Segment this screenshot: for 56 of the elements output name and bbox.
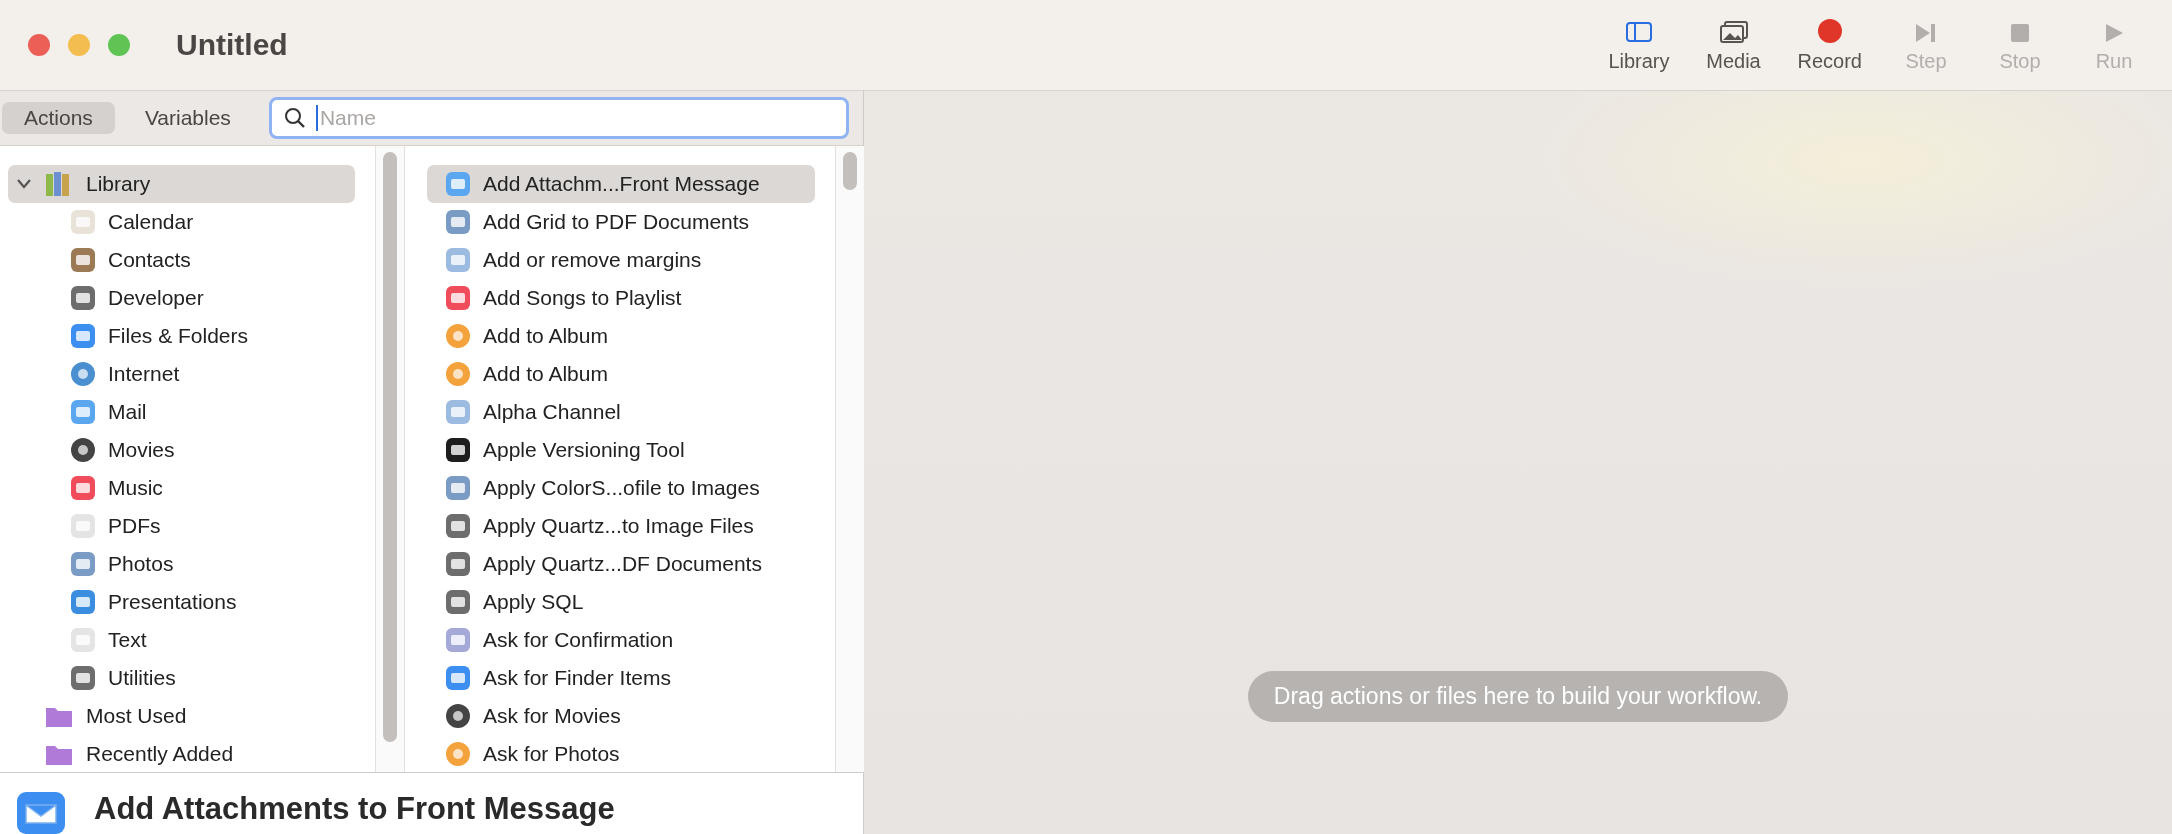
search-field[interactable]: Name <box>268 97 849 139</box>
chevron-icon <box>16 178 32 190</box>
action-item[interactable]: Add to Album <box>427 355 815 393</box>
tab[interactable]: Variables <box>122 102 253 134</box>
record-icon <box>1816 17 1843 44</box>
sidebar-item[interactable]: Files & Folders <box>0 317 375 355</box>
sidebar-item[interactable]: Internet <box>0 355 375 393</box>
action-item[interactable]: Add to Album <box>427 317 815 355</box>
action-item[interactable]: Alpha Channel <box>427 393 815 431</box>
action-item[interactable]: Apply Quartz...to Image Files <box>427 507 815 545</box>
action-item[interactable]: Apply SQL <box>427 583 815 621</box>
toolbar-button[interactable]: Library <box>1600 15 1678 77</box>
sidebar-item[interactable]: Contacts <box>0 241 375 279</box>
toolbar-button[interactable]: Media <box>1695 15 1772 77</box>
search-icon <box>283 107 306 129</box>
sidebar-item[interactable]: Mail <box>0 393 375 431</box>
action-item[interactable]: Ask for Confirmation <box>427 621 815 659</box>
sidebar-item[interactable]: Developer <box>0 279 375 317</box>
sidebar-item[interactable]: Most Used <box>8 697 355 735</box>
sidebar-item[interactable]: PDFs <box>0 507 375 545</box>
sidebar-item[interactable]: Music <box>0 469 375 507</box>
window-title: Untitled <box>176 28 288 62</box>
close-button[interactable] <box>28 34 50 56</box>
step-icon <box>1914 21 1938 44</box>
drop-hint: Drag actions or files here to build your workflow. <box>1247 671 1789 722</box>
scrollbar[interactable] <box>375 146 405 772</box>
tab[interactable]: Actions <box>2 102 115 134</box>
action-item[interactable]: Add Songs to Playlist <box>427 279 815 317</box>
sidebar-item[interactable]: Photos <box>0 545 375 583</box>
scrollbar-thumb[interactable] <box>843 152 857 190</box>
minimize-button[interactable] <box>68 34 90 56</box>
action-item[interactable]: Add Grid to PDF Documents <box>427 203 815 241</box>
action-item[interactable]: Apply ColorS...ofile to Images <box>427 469 815 507</box>
sidebar-item[interactable]: Calendar <box>0 203 375 241</box>
action-item[interactable]: Apple Versioning Tool <box>427 431 815 469</box>
action-item[interactable]: Ask for Finder Items <box>427 659 815 697</box>
zoom-button[interactable] <box>108 34 130 56</box>
action-item[interactable]: Ask for Photos <box>427 735 815 772</box>
sidebar-icon <box>1624 19 1653 44</box>
sidebar-item[interactable]: Recently Added <box>8 735 355 772</box>
stop-icon <box>2009 21 2031 44</box>
action-item[interactable]: Apply Quartz...DF Documents <box>427 545 815 583</box>
scrollbar-thumb[interactable] <box>383 152 397 742</box>
sidebar-item[interactable]: Presentations <box>0 583 375 621</box>
action-item[interactable]: Add Attachm...Front Message <box>427 165 815 203</box>
scrollbar[interactable] <box>835 146 865 772</box>
action-item[interactable]: Ask for Movies <box>427 697 815 735</box>
sidebar-item[interactable]: Utilities <box>0 659 375 697</box>
search-input[interactable]: Name <box>315 105 834 131</box>
action-title: Add Attachments to Front Message <box>94 791 615 827</box>
sidebar-item[interactable]: Library <box>8 165 355 203</box>
play-icon <box>2103 21 2125 44</box>
toolbar-button[interactable]: Record <box>1789 13 1870 77</box>
sidebar-item[interactable]: Movies <box>0 431 375 469</box>
sidebar-item[interactable]: Text <box>0 621 375 659</box>
action-item[interactable]: Add or remove margins <box>427 241 815 279</box>
